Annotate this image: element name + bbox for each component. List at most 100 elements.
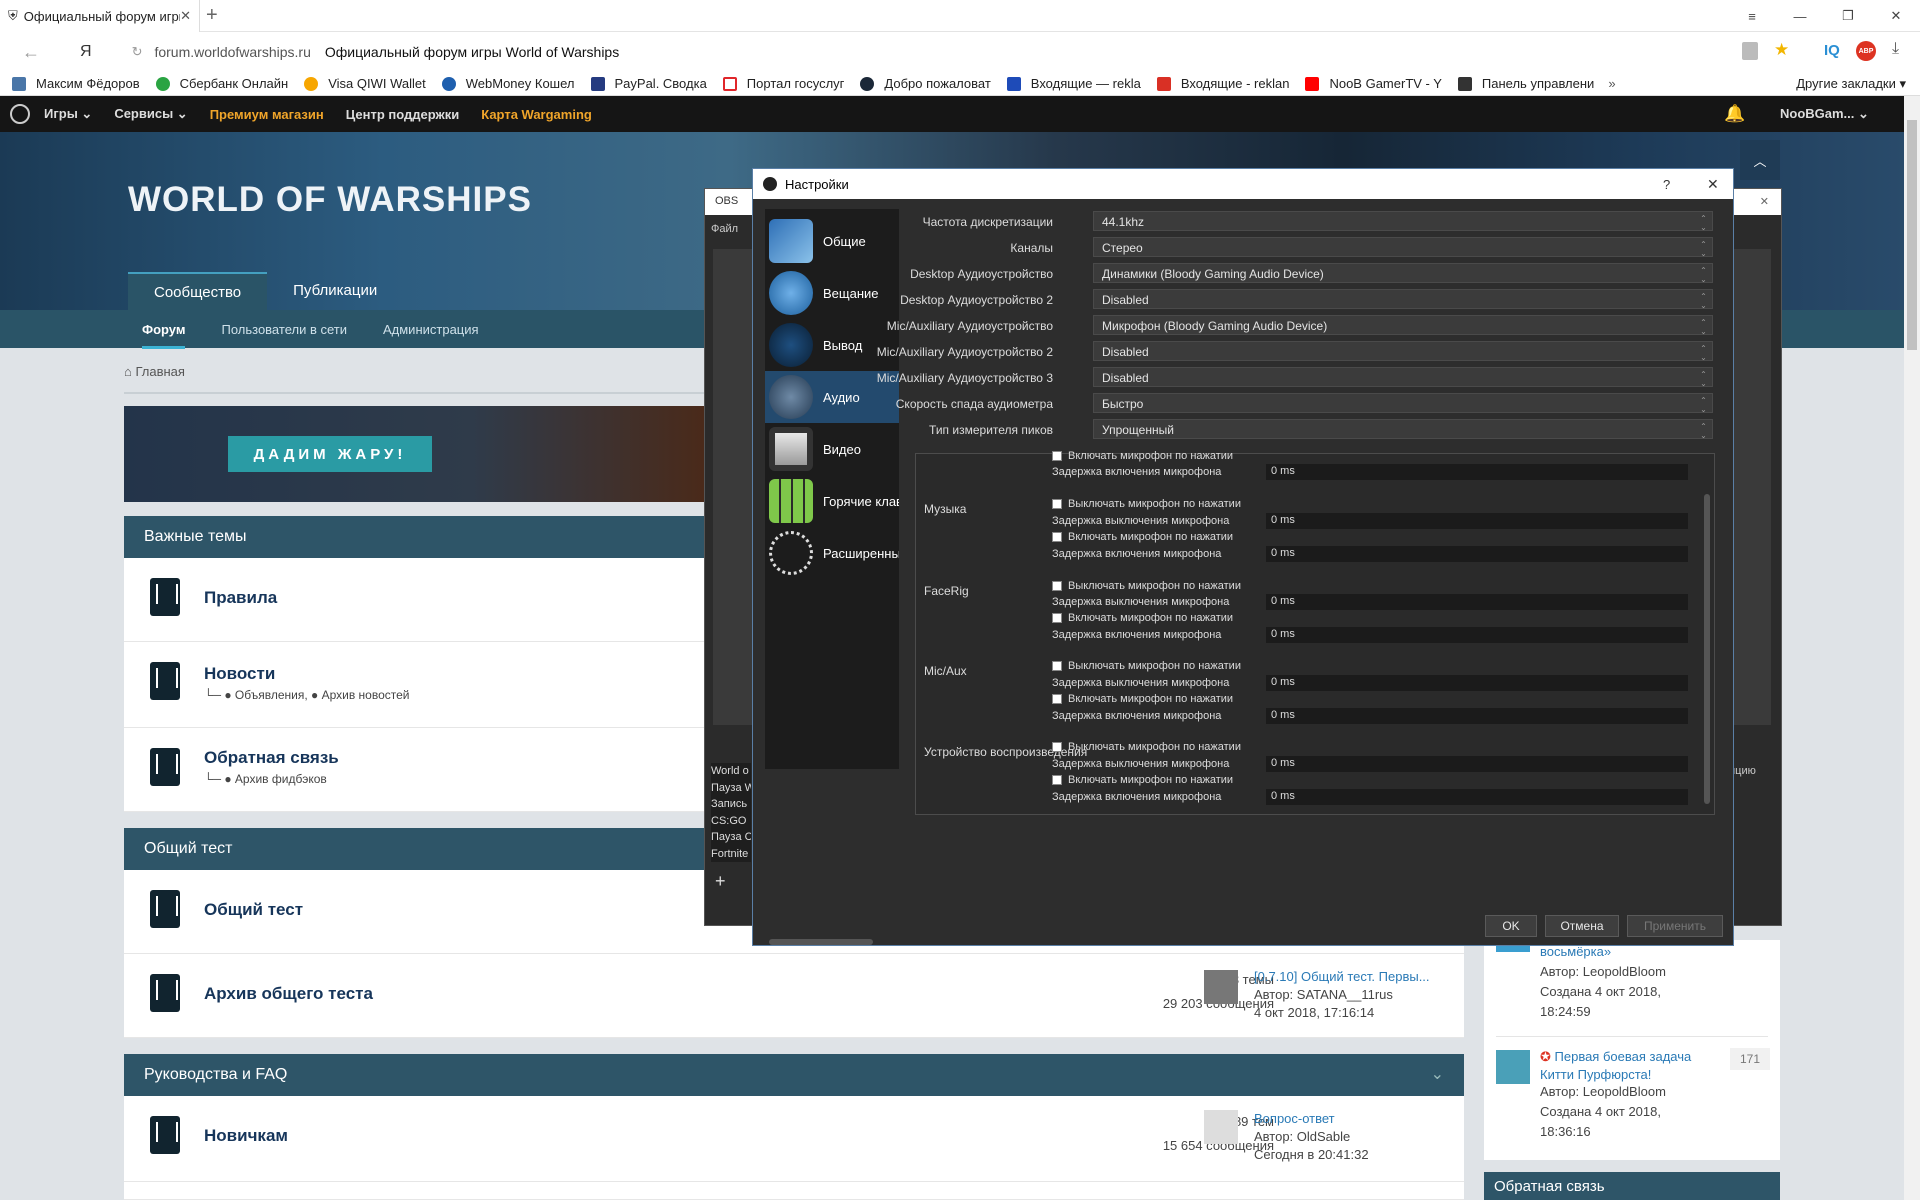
banner-button[interactable]: ДАДИМ ЖАРУ! xyxy=(228,436,432,472)
last-post-title[interactable]: Вопрос-ответ xyxy=(1254,1110,1369,1128)
ptt-checkbox[interactable]: Включать микрофон по нажатии xyxy=(1052,450,1233,462)
desktop-audio-select[interactable]: Динамики (Bloody Gaming Audio Device) xyxy=(1093,263,1713,284)
scene-item[interactable]: Пауза C xyxy=(711,829,751,846)
ptm-checkbox[interactable]: Выключать микрофон по нажатии xyxy=(1052,498,1241,510)
avatar[interactable] xyxy=(1204,970,1238,1004)
lock-icon[interactable] xyxy=(1742,42,1758,60)
scene-item[interactable]: Fortnite xyxy=(711,846,751,863)
scene-item[interactable]: CS:GO xyxy=(711,813,751,830)
forum-row[interactable]: Архив общего теста 513 темы 29 203 сообщ… xyxy=(124,954,1464,1038)
other-bookmarks[interactable]: Другие закладки ▾ xyxy=(1796,76,1906,92)
obs-close-icon[interactable]: ✕ xyxy=(1760,195,1769,208)
bookmark-item[interactable]: Сбербанк Онлайн xyxy=(155,76,288,91)
bookmark-item[interactable]: Входящие — rekla xyxy=(1006,76,1141,91)
back-icon[interactable]: ← xyxy=(22,42,40,63)
topic-author[interactable]: Автор: LeopoldBloom xyxy=(1540,1084,1666,1099)
bookmark-item[interactable]: WebMoney Кошел xyxy=(441,76,575,91)
reload-icon[interactable]: ↻ xyxy=(132,44,143,60)
restore-icon[interactable]: ❐ xyxy=(1824,8,1872,24)
subnav-administration[interactable]: Администрация xyxy=(383,322,479,337)
menu-games[interactable]: Игры ⌄ xyxy=(44,106,92,122)
scroll-top-button[interactable]: ︿ xyxy=(1740,140,1780,180)
menu-premium-shop[interactable]: Премиум магазин xyxy=(210,107,324,122)
last-post-author[interactable]: Автор: OldSable xyxy=(1254,1128,1369,1146)
ptm-checkbox[interactable]: Выключать микрофон по нажатии xyxy=(1052,580,1241,592)
desktop-audio-2-select[interactable]: Disabled xyxy=(1093,289,1713,310)
bookmark-item[interactable]: Портал госуслуг xyxy=(722,76,844,91)
mic-audio-2-select[interactable]: Disabled xyxy=(1093,341,1713,362)
ptt-checkbox[interactable]: Включать микрофон по нажатии xyxy=(1052,612,1233,624)
download-icon[interactable]: ⤓ xyxy=(1892,40,1899,58)
close-icon[interactable]: ✕ xyxy=(1872,8,1920,24)
topic-title[interactable]: ✪ Первая боевая задача Китти Пурфюрста! xyxy=(1540,1048,1716,1084)
forum-subforums[interactable]: └─ ● Архив фидбэков xyxy=(204,772,327,786)
adblock-icon[interactable]: ABP xyxy=(1856,41,1876,61)
ptt-scrollbar[interactable] xyxy=(1704,494,1710,804)
ok-button[interactable]: OK xyxy=(1485,915,1537,937)
delay-spinbox[interactable]: 0 ms xyxy=(1266,513,1688,529)
address-host[interactable]: forum.worldofwarships.ru xyxy=(154,44,310,60)
categories-scrollbar[interactable] xyxy=(769,939,873,945)
ptm-checkbox[interactable]: Выключать микрофон по нажатии xyxy=(1052,660,1241,672)
forum-title[interactable]: Архив общего теста xyxy=(204,984,373,1004)
iq-icon[interactable]: IQ xyxy=(1824,42,1840,59)
category-general[interactable]: Общие xyxy=(765,215,899,267)
ptt-checkbox[interactable]: Включать микрофон по нажатии xyxy=(1052,531,1233,543)
site-logo[interactable]: WORLD OF WARSHIPS xyxy=(128,180,532,220)
forum-subforums[interactable]: └─ ● Объявления, ● Архив новостей xyxy=(204,688,410,702)
dialog-close-icon[interactable]: ✕ xyxy=(1707,176,1719,193)
sidebar-section-header[interactable]: Обратная связь xyxy=(1484,1172,1780,1200)
help-icon[interactable]: ? xyxy=(1663,177,1670,192)
scene-item[interactable]: World o xyxy=(711,763,751,780)
section-header[interactable]: Руководства и FAQ ⌄ xyxy=(124,1054,1464,1096)
add-scene-icon[interactable]: + xyxy=(715,871,726,892)
star-icon[interactable]: ★ xyxy=(1774,40,1789,60)
delay-spinbox[interactable]: 0 ms xyxy=(1266,675,1688,691)
scene-item[interactable]: Пауза W xyxy=(711,780,751,797)
delay-spinbox[interactable]: 0 ms xyxy=(1266,594,1688,610)
tab-community[interactable]: Сообщество xyxy=(128,272,268,310)
category-advanced[interactable]: Расширенные xyxy=(765,527,899,579)
category-stream[interactable]: Вещание xyxy=(765,267,899,319)
menu-wg-map[interactable]: Карта Wargaming xyxy=(481,107,592,122)
forum-row[interactable] xyxy=(124,1182,1464,1200)
obs-menu-file[interactable]: Файл xyxy=(711,223,738,235)
apply-button[interactable]: Применить xyxy=(1627,915,1723,937)
ptt-checkbox[interactable]: Включать микрофон по нажатии xyxy=(1052,693,1233,705)
peak-meter-select[interactable]: Упрощенный xyxy=(1093,419,1713,440)
address-page-title[interactable]: Официальный форум игры World of Warships xyxy=(325,44,619,60)
forum-row[interactable]: Новичкам 89 тем 15 654 сообщения Вопрос-… xyxy=(124,1096,1464,1182)
yandex-icon[interactable]: Я xyxy=(80,43,92,61)
topic-avatar[interactable] xyxy=(1496,1050,1530,1084)
wargaming-logo-icon[interactable] xyxy=(10,104,30,124)
last-post-author[interactable]: Автор: SATANA__11rus xyxy=(1254,986,1430,1004)
tab-publications[interactable]: Публикации xyxy=(267,272,403,310)
bookmark-item[interactable]: PayPal. Сводка xyxy=(590,76,707,91)
ptt-checkbox[interactable]: Включать микрофон по нажатии xyxy=(1052,774,1233,786)
tab-close-icon[interactable]: ✕ xyxy=(180,8,191,24)
browser-tab[interactable]: ⛨ Официальный форум игры World of Warshi… xyxy=(0,0,200,32)
scrollbar-thumb[interactable] xyxy=(1907,120,1917,350)
channels-select[interactable]: Стерео xyxy=(1093,237,1713,258)
delay-spinbox[interactable]: 0 ms xyxy=(1266,464,1688,480)
delay-spinbox[interactable]: 0 ms xyxy=(1266,756,1688,772)
mic-audio-select[interactable]: Микрофон (Bloody Gaming Audio Device) xyxy=(1093,315,1713,336)
bookmark-item[interactable]: Входящие - reklan xyxy=(1156,76,1289,91)
bell-icon[interactable]: 🔔 xyxy=(1724,104,1745,124)
forum-title[interactable]: Общий тест xyxy=(204,900,303,920)
forum-title[interactable]: Обратная связь xyxy=(204,748,339,768)
bookmark-item[interactable]: Добро пожаловат xyxy=(860,76,991,91)
topic-author[interactable]: Автор: LeopoldBloom xyxy=(1540,964,1666,979)
user-menu[interactable]: NooBGam... ⌄ xyxy=(1780,106,1869,122)
breadcrumb[interactable]: ⌂ Главная xyxy=(124,364,185,379)
mic-audio-3-select[interactable]: Disabled xyxy=(1093,367,1713,388)
category-video[interactable]: Видео xyxy=(765,423,899,475)
category-hotkeys[interactable]: Горячие клавиши xyxy=(765,475,899,527)
last-post-title[interactable]: [0.7.10] Общий тест. Первы... xyxy=(1254,968,1430,986)
meter-decay-select[interactable]: Быстро xyxy=(1093,393,1713,414)
delay-spinbox[interactable]: 0 ms xyxy=(1266,789,1688,805)
menu-support[interactable]: Центр поддержки xyxy=(346,107,460,122)
bookmark-item[interactable]: Visa QIWI Wallet xyxy=(304,76,426,91)
bookmarks-more-icon[interactable]: » xyxy=(1608,76,1615,91)
scene-item[interactable]: Запись xyxy=(711,796,751,813)
